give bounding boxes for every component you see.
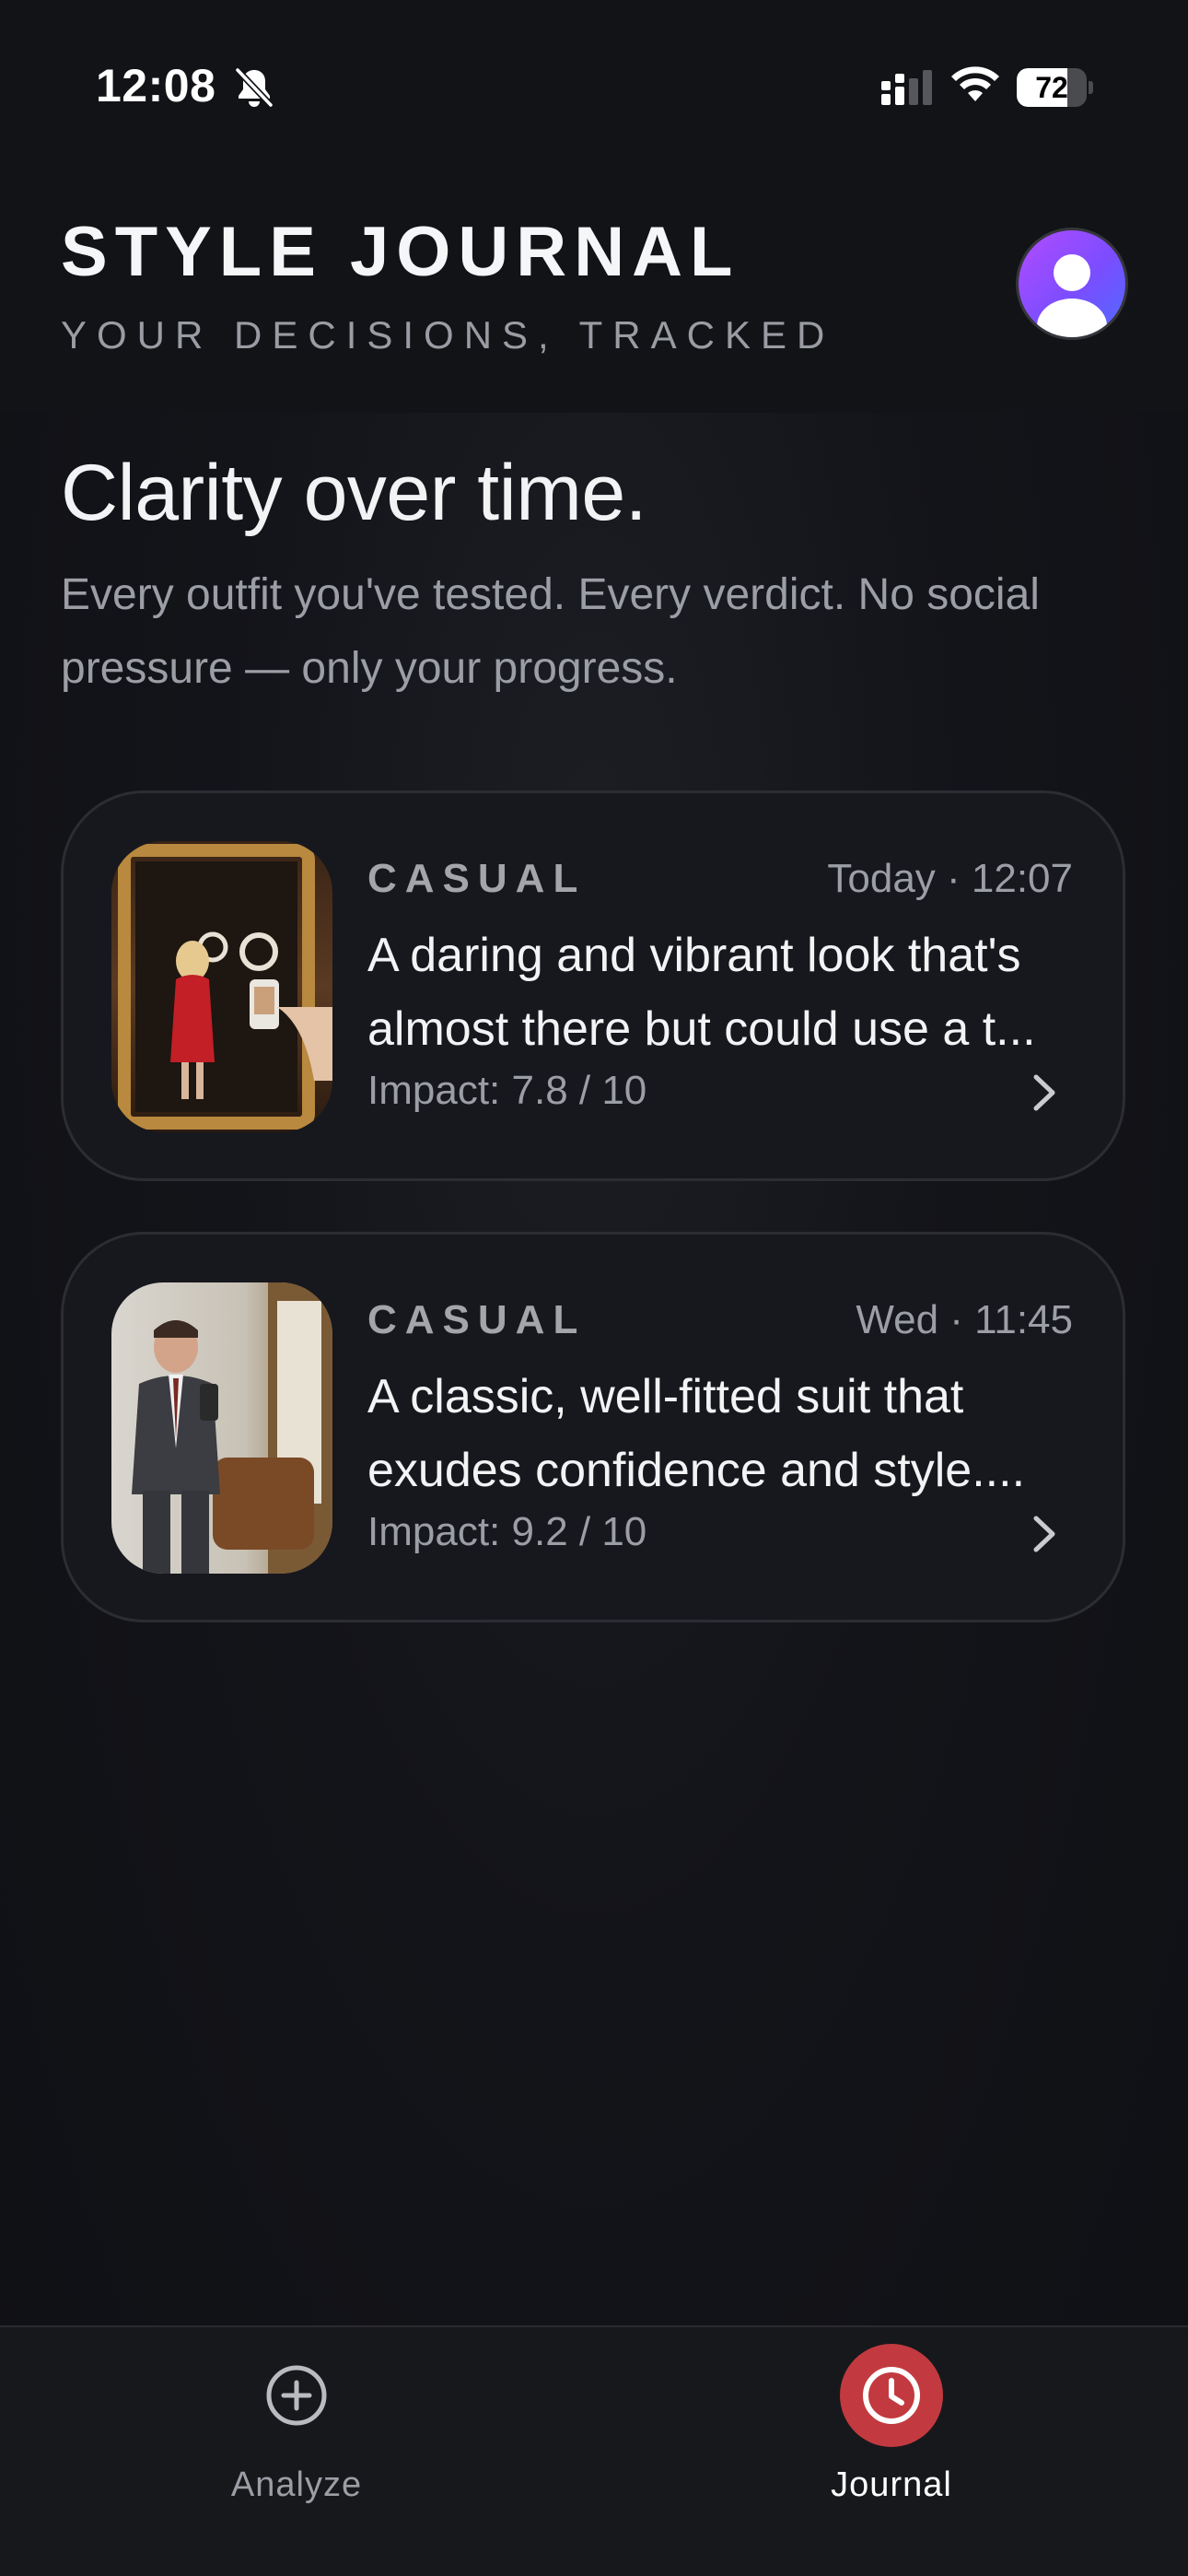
journal-entry-card[interactable]: CASUAL Today · 12:07 A daring and vibran… (61, 790, 1125, 1181)
clock-icon (863, 2367, 920, 2424)
entry-timestamp: Wed · 11:45 (856, 1297, 1073, 1342)
entry-description: A classic, well-fitted suit that exudes … (367, 1360, 1086, 1507)
tab-analyze[interactable]: Analyze (158, 2327, 435, 2512)
app-title: STYLE JOURNAL (61, 213, 740, 291)
chevron-right-icon (1033, 1516, 1055, 1552)
hero-description: Every outfit you've tested. Every verdic… (61, 570, 1040, 693)
journal-entry-card[interactable]: CASUAL Wed · 11:45 A classic, well-fitte… (61, 1232, 1125, 1622)
tab-analyze-label: Analyze (230, 2465, 363, 2504)
entry-timestamp: Today · 12:07 (827, 856, 1073, 901)
plus-circle-icon (266, 2365, 327, 2426)
entry-description-line: A classic, well-fitted suit that (367, 1370, 964, 1423)
entry-description-line: exudes confidence and style.... (367, 1444, 1026, 1497)
journal-screen: 12:08 72 STYLE JOURNAL YOUR DECISIONS, T… (0, 0, 1188, 2576)
entry-category: CASUAL (367, 856, 587, 901)
entry-description: A daring and vibrant look that's almost … (367, 919, 1086, 1066)
outfit-photo-suit (111, 1282, 332, 1574)
cellular-signal-icon (881, 70, 932, 105)
app-subtitle: YOUR DECISIONS, TRACKED (61, 313, 835, 357)
entry-description-line: almost there but could use a t... (367, 1002, 1036, 1056)
chevron-right-icon (1033, 1074, 1055, 1111)
entry-category: CASUAL (367, 1297, 587, 1342)
outfit-photo-red-dress (111, 841, 332, 1132)
battery-percent: 72 (1035, 71, 1068, 104)
wifi-icon (951, 66, 999, 101)
tab-journal-label: Journal (831, 2465, 952, 2504)
tab-journal[interactable]: Journal (753, 2327, 1030, 2512)
header-area: 12:08 72 STYLE JOURNAL YOUR DECISIONS, T… (0, 0, 1188, 413)
entry-impact-score: Impact: 9.2 / 10 (367, 1509, 647, 1554)
bottom-tab-bar: Analyze Journal (0, 2325, 1188, 2576)
entry-impact-score: Impact: 7.8 / 10 (367, 1068, 647, 1113)
entry-description-line: A daring and vibrant look that's (367, 929, 1021, 982)
battery-indicator: 72 (1017, 68, 1093, 107)
bell-off-icon (235, 67, 274, 108)
hero-title: Clarity over time. (61, 449, 647, 537)
profile-avatar-button[interactable] (1019, 230, 1125, 337)
user-icon (1037, 254, 1107, 337)
status-time: 12:08 (96, 60, 216, 111)
